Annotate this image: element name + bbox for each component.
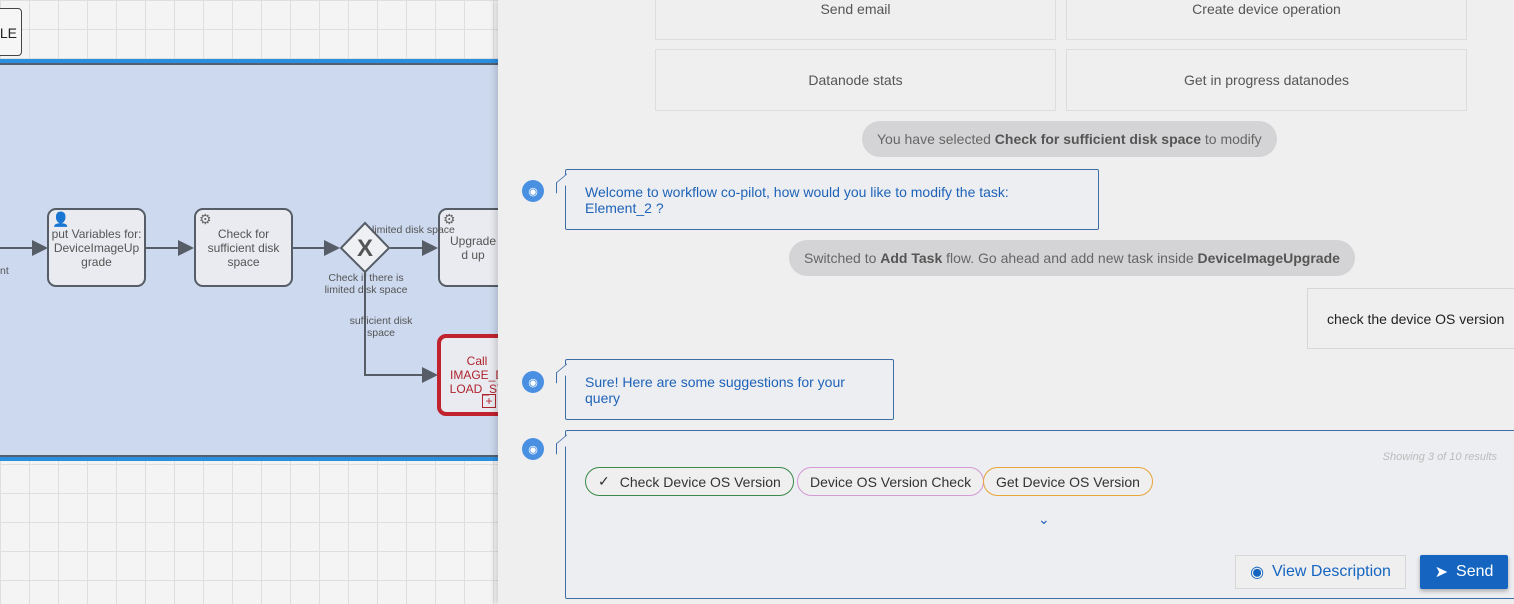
option-in-progress-datanodes[interactable]: Get in progress datanodes	[1066, 49, 1467, 111]
send-icon: ➤	[1434, 564, 1449, 581]
text: Switched to	[804, 250, 881, 266]
flow-name: Add Task	[880, 250, 943, 266]
copilot-panel: Send email Create device operation Datan…	[498, 0, 1514, 604]
suggestion-chip[interactable]: Device OS Version Check	[797, 467, 985, 496]
view-description-button[interactable]: ◉ View Description	[1235, 555, 1406, 589]
chip-label: Check Device OS Version	[619, 473, 781, 490]
task-input-variables[interactable]: 👤 put Variables for: DeviceImageUp grade	[47, 208, 146, 287]
task-upgrade[interactable]: ⚙ Upgrade d up	[438, 208, 498, 287]
chip-label: Get Device OS Version	[996, 473, 1140, 490]
flow-label: nt	[0, 265, 9, 277]
user-task-icon: 👤	[52, 211, 70, 227]
sequence-flows: X	[0, 221, 438, 383]
svg-text:X: X	[357, 235, 373, 262]
send-button[interactable]: ➤ Send	[1420, 555, 1508, 589]
eye-icon: ◉	[1250, 564, 1265, 581]
task-label: Call IMAGE_D LOAD_ST	[449, 354, 498, 396]
task-check-disk[interactable]: ⚙ Check for sufficient disk space	[194, 208, 293, 287]
gateway-label: Check if there is limited disk space	[324, 272, 408, 296]
gear-icon: ⚙	[199, 211, 212, 227]
bot-avatar-icon: ◉	[522, 180, 544, 202]
task-label: Check for sufficient disk space	[207, 226, 280, 269]
task-name: Check for sufficient disk space	[994, 131, 1201, 147]
process-name: DeviceImageUpgrade	[1197, 250, 1340, 266]
text: to modify	[1200, 131, 1262, 147]
suggestion-chip[interactable]: ✓ Check Device OS Version	[585, 467, 794, 496]
option-create-device-operation[interactable]: Create device operation	[1066, 0, 1467, 40]
system-message-switched: Switched to Add Task flow. Go ahead and …	[789, 240, 1355, 276]
check-icon: ✓	[598, 473, 610, 489]
results-count: Showing 3 of 10 results	[1382, 451, 1497, 463]
suggestions-card: Showing 3 of 10 results ⌄ ◉ View Descript…	[565, 430, 1514, 599]
flow-label: limited disk space	[372, 224, 455, 236]
bot-avatar-icon: ◉	[522, 438, 544, 460]
bot-message: Sure! Here are some suggestions for your…	[565, 359, 894, 420]
text: You have selected	[877, 131, 995, 147]
option-datanode-stats[interactable]: Datanode stats	[655, 49, 1056, 111]
text: flow. Go ahead and add new task inside	[942, 250, 1198, 266]
chip-label: Device OS Version Check	[810, 473, 972, 490]
user-message: check the device OS version	[1307, 288, 1514, 349]
workflow-canvas[interactable]: LE X nt 👤 put Variables for: DeviceImage…	[0, 0, 498, 604]
call-activity[interactable]: Call IMAGE_D LOAD_ST +	[437, 334, 498, 416]
task-label: put Variables for: DeviceImageUp grade	[51, 226, 142, 269]
expand-icon[interactable]: +	[482, 394, 496, 408]
button-label: Send	[1456, 563, 1494, 580]
button-label: View Description	[1272, 563, 1391, 580]
suggestion-chip[interactable]: Get Device OS Version	[983, 467, 1153, 496]
chevron-down-icon[interactable]: ⌄	[1038, 511, 1050, 528]
task-label: Upgrade d up	[449, 233, 497, 262]
bot-avatar-icon: ◉	[522, 371, 544, 393]
flow-label: sufficient disk space	[349, 315, 413, 339]
system-message-selected: You have selected Check for sufficient d…	[862, 121, 1277, 157]
bot-message: Welcome to workflow co-pilot, how would …	[565, 169, 1099, 230]
option-send-email[interactable]: Send email	[655, 0, 1056, 40]
